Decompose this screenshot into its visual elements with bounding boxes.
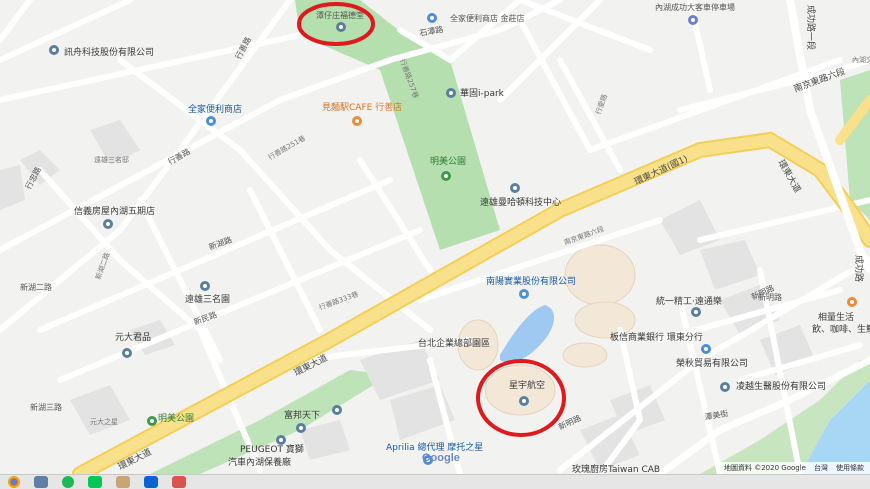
place-temple: 潭仔庄福德堂 bbox=[316, 10, 364, 20]
place-banxin-bank: 板信商業銀行 環東分行 bbox=[610, 331, 703, 343]
place-neihu-parking: 內湖成功大客車停車場 bbox=[655, 2, 735, 12]
map-region[interactable]: 台灣 bbox=[814, 463, 828, 473]
place-peugeot: PEUGEOT 寶獅 bbox=[240, 443, 304, 455]
pin-icon bbox=[296, 423, 306, 433]
google-logo: Google bbox=[422, 452, 460, 464]
pin-icon bbox=[519, 396, 529, 406]
pin-icon bbox=[49, 45, 59, 55]
place-tea-cafe: 飲、咖啡、生鮮 bbox=[812, 323, 870, 335]
pin-icon bbox=[336, 22, 346, 32]
pin-icon bbox=[446, 88, 456, 98]
cat-icon[interactable] bbox=[116, 476, 130, 488]
app-icon[interactable] bbox=[172, 476, 186, 488]
pin-icon bbox=[427, 13, 437, 23]
map-canvas[interactable]: 環東大道 環東大道(國1) 環東大道 環東大道 南京東路六段 成功路一段 成功路… bbox=[0, 0, 870, 474]
outlook-icon[interactable] bbox=[144, 476, 158, 488]
place-rongqiu: 榮秋貿易有限公司 bbox=[676, 357, 748, 369]
place-family-mart-jinzhuang: 全家便利商店 金莊店 bbox=[450, 13, 525, 23]
pin-icon bbox=[720, 382, 730, 392]
pin-icon bbox=[519, 289, 529, 299]
pin-icon bbox=[688, 15, 698, 25]
road-label-chenggong-1: 成功路一段 bbox=[805, 5, 817, 50]
place-nanyang: 南陽實業股份有限公司 bbox=[486, 275, 576, 287]
pin-icon bbox=[701, 344, 711, 354]
place-xiangsheng: 相量生活 bbox=[818, 311, 854, 323]
place-yuanyuan: 元大君品 bbox=[115, 331, 151, 343]
place-yuanxiong-garden: 遠雄三名園 bbox=[185, 293, 230, 305]
pin-icon bbox=[276, 435, 286, 445]
map-footer: 地圖資料 ©2020 Google 台灣 使用條款 bbox=[720, 462, 870, 474]
place-yuanxiong: 遠雄三名邸 bbox=[94, 155, 129, 164]
pin-icon bbox=[147, 416, 157, 426]
place-taipei-enterprise: 台北企業總部園區 bbox=[418, 337, 490, 349]
place-starlux: 星宇航空 bbox=[509, 379, 545, 391]
pin-icon bbox=[352, 116, 362, 126]
place-tongyi: 統一精工·遠通樂 bbox=[656, 295, 722, 307]
spotify-icon[interactable] bbox=[62, 476, 74, 488]
road-label-xinhu2: 新湖二路 bbox=[20, 282, 52, 292]
pin-icon bbox=[691, 307, 701, 317]
place-tw-cab: 玫瑰廚房Taiwan CAB bbox=[572, 463, 660, 474]
pin-icon bbox=[200, 281, 210, 291]
pin-icon bbox=[206, 116, 216, 126]
pin-icon bbox=[510, 183, 520, 193]
pin-icon bbox=[441, 171, 451, 181]
place-yuanxiong-hub: 遠雄曼哈頓科技中心 bbox=[480, 196, 561, 208]
place-lingyue: 凌越生醫股份有限公司 bbox=[736, 380, 826, 392]
pin-icon bbox=[332, 405, 342, 415]
place-sinyi: 信義房屋內湖五期店 bbox=[74, 205, 155, 217]
place-mingmei-park-2: 明美公園 bbox=[158, 412, 194, 424]
place-fushi: 富邦天下 bbox=[284, 409, 320, 421]
chrome-icon[interactable] bbox=[8, 476, 20, 488]
pin-icon bbox=[122, 348, 132, 358]
files-icon[interactable] bbox=[34, 476, 48, 488]
place-xunzhou: 訊舟科技股份有限公司 bbox=[64, 46, 154, 58]
pin-icon bbox=[103, 219, 113, 229]
road-label-xinhu3: 新湖三路 bbox=[30, 402, 62, 412]
road-label-chenggong-2: 成功路 bbox=[853, 255, 865, 282]
place-cafe: 見麵駅CAFE 行善店 bbox=[322, 101, 402, 113]
road-label-neihu-interchange: 內湖交流道 bbox=[852, 55, 870, 64]
road-label-xinming-right: 新明路 bbox=[758, 292, 782, 302]
place-peugeot-sub: 汽車內湖保養廠 bbox=[228, 456, 291, 468]
line-icon[interactable] bbox=[88, 476, 102, 488]
place-family-mart: 全家便利商店 bbox=[188, 103, 242, 115]
pin-icon bbox=[847, 297, 857, 307]
place-mingmei-park: 明美公園 bbox=[430, 155, 466, 167]
place-huaguo-ipark: 華固i-park bbox=[460, 87, 505, 99]
map-copyright: 地圖資料 ©2020 Google bbox=[724, 464, 806, 472]
place-yuanda: 元大之星 bbox=[90, 417, 118, 426]
map-terms-link[interactable]: 使用條款 bbox=[836, 463, 864, 473]
taskbar bbox=[0, 474, 870, 489]
